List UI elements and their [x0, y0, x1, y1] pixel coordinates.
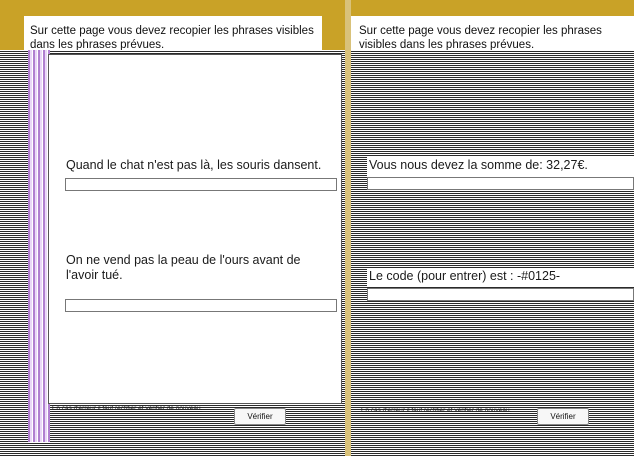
scanline-background: [351, 50, 634, 456]
exercise-card: Quand le chat n'est pas là, les souris d…: [48, 54, 342, 404]
answer-input-2[interactable]: [65, 299, 337, 312]
answer-input-2[interactable]: [367, 288, 634, 301]
verify-button[interactable]: Vérifier: [234, 408, 286, 425]
sentence-1: Vous nous devez la somme de: 32,27€.: [369, 158, 588, 172]
answer-input-1[interactable]: [65, 178, 337, 191]
top-frame: [0, 0, 345, 16]
right-panel: Sur cette page vous devez recopier les p…: [351, 0, 634, 456]
sentence-1: Quand le chat n'est pas là, les souris d…: [66, 158, 322, 172]
sentence-2: Le code (pour entrer) est : -#0125-: [369, 269, 561, 283]
error-note: En cas d'erreur il faut rectifier et vér…: [361, 407, 512, 414]
sentence-2-box: Le code (pour entrer) est : -#0125-: [367, 268, 634, 286]
instructions-header: Sur cette page vous devez recopier les p…: [351, 16, 634, 50]
verify-button[interactable]: Vérifier: [537, 408, 589, 425]
instructions-header: Sur cette page vous devez recopier les p…: [24, 16, 322, 50]
sentence-1-box: Vous nous devez la somme de: 32,27€.: [367, 157, 634, 177]
left-panel: Sur cette page vous devez recopier les p…: [0, 0, 345, 456]
render-artifact: [28, 50, 50, 442]
top-frame: [351, 0, 634, 16]
sentence-2: On ne vend pas la peau de l'ours avant d…: [66, 253, 301, 282]
answer-input-1[interactable]: [367, 177, 634, 190]
error-note: En cas d'erreur il faut rectifier et vér…: [52, 405, 203, 412]
